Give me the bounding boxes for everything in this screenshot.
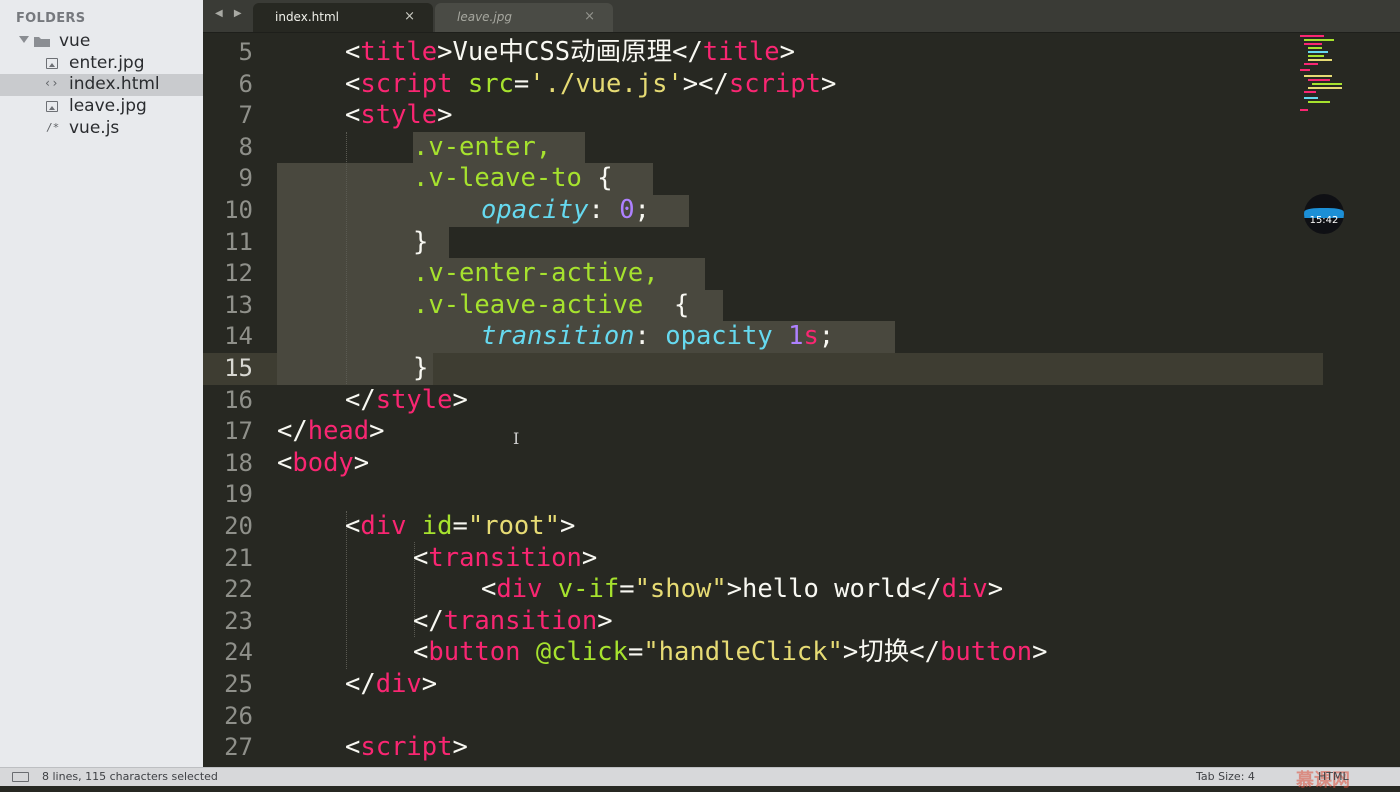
syntax-selector[interactable]: HTML: [1318, 770, 1349, 783]
line-number: 9: [238, 164, 253, 193]
file-item-vue[interactable]: /* vue.js: [0, 118, 203, 140]
line-number: 23: [224, 606, 253, 635]
line-number: 11: [224, 227, 253, 256]
timer-text: 15:42: [1309, 215, 1339, 226]
code-line-14: transition: opacity 1s;: [481, 321, 835, 352]
selection-block: [277, 353, 433, 385]
minimap[interactable]: [1300, 33, 1360, 123]
code-line-22: <div v-if="show">hello world</div>: [481, 574, 1004, 605]
tab-nav-arrows[interactable]: ◀ ▶: [215, 8, 246, 19]
line-number: 17: [224, 417, 253, 446]
line-number: 19: [224, 480, 253, 509]
line-number: 21: [224, 543, 253, 572]
line-number: 12: [224, 259, 253, 288]
line-number: 20: [224, 512, 253, 540]
code-line-25: </div>: [345, 669, 438, 699]
folder-icon: [34, 37, 50, 47]
code-line-7: <style>: [345, 100, 453, 131]
tab-label: leave.jpg: [457, 10, 512, 24]
line-number: 25: [224, 670, 253, 698]
code-line-27: <script>: [345, 732, 468, 763]
close-icon[interactable]: ×: [404, 9, 415, 24]
code-line-24: <button @click="handleClick">切换</button>: [413, 637, 1048, 668]
code-line-11: }: [413, 226, 429, 257]
line-number: 5: [238, 38, 253, 66]
code-line-15: }: [413, 353, 429, 383]
code-line-18: <body>: [277, 447, 370, 478]
line-number: 7: [238, 101, 253, 130]
tab-index-html[interactable]: index.html ×: [253, 3, 433, 32]
code-line-12: .v-enter-active,: [413, 258, 659, 289]
code-editor[interactable]: 5 6 7 8 9 10 11 12 13 14 15 16 17 18 19 …: [203, 33, 1400, 767]
code-file-icon: ‹›: [44, 76, 59, 90]
code-line-23: </transition>: [413, 605, 613, 636]
script-file-icon: /*: [46, 121, 60, 134]
file-item-leave[interactable]: leave.jpg: [0, 96, 203, 118]
file-name: index.html: [69, 74, 160, 94]
tab-label: index.html: [275, 10, 339, 24]
code-line-6: <script src='./vue.js'></script>: [345, 68, 837, 99]
chevron-down-icon[interactable]: [19, 36, 29, 43]
tab-bar: ◀ ▶ index.html × leave.jpg ×: [203, 0, 1400, 33]
sidebar: FOLDERS vue enter.jpg ‹› index.html leav…: [0, 0, 204, 767]
file-item-index[interactable]: ‹› index.html: [0, 74, 203, 96]
tab-size-selector[interactable]: Tab Size: 4: [1196, 770, 1255, 783]
line-number: 18: [224, 448, 253, 477]
code-line-20: <div id="root">: [345, 511, 576, 541]
text-cursor-icon: I: [513, 429, 520, 448]
file-name: enter.jpg: [69, 53, 145, 73]
panel-toggle-icon[interactable]: [12, 772, 29, 782]
file-name: leave.jpg: [69, 96, 147, 116]
line-number: 24: [224, 638, 253, 667]
line-number: 8: [238, 132, 253, 161]
code-line-17: </head>: [277, 416, 385, 447]
file-item-enter[interactable]: enter.jpg: [0, 53, 203, 75]
code-line-9: .v-leave-to {: [413, 163, 613, 194]
folders-title: FOLDERS: [16, 11, 86, 26]
line-number: 13: [224, 290, 253, 319]
recording-timer-badge: 15:42: [1304, 194, 1344, 234]
close-icon[interactable]: ×: [584, 9, 595, 24]
tab-leave-jpg[interactable]: leave.jpg ×: [435, 3, 613, 32]
line-number: 26: [224, 701, 253, 730]
code-line-8: .v-enter,: [413, 131, 552, 162]
image-file-icon: [46, 58, 58, 69]
file-name: vue.js: [69, 118, 120, 138]
folder-name: vue: [59, 31, 91, 51]
image-file-icon: [46, 101, 58, 112]
line-number: 10: [224, 196, 253, 224]
code-line-5: <title>Vue中CSS动画原理</title>: [345, 37, 795, 67]
selection-status: 8 lines, 115 characters selected: [42, 770, 218, 783]
line-number: 22: [224, 575, 253, 604]
line-number: 14: [224, 322, 253, 351]
code-line-21: <transition>: [413, 542, 598, 573]
code-line-13: .v-leave-active {: [413, 289, 690, 320]
status-bar: 8 lines, 115 characters selected Tab Siz…: [0, 767, 1400, 791]
line-number: 16: [224, 385, 253, 414]
code-line-16: </style>: [345, 384, 468, 415]
line-number: 27: [224, 733, 253, 762]
line-number-current: 15: [224, 354, 253, 382]
code-line-10: opacity: 0;: [481, 195, 650, 225]
folder-vue[interactable]: vue: [0, 31, 203, 52]
line-number: 6: [238, 69, 253, 98]
